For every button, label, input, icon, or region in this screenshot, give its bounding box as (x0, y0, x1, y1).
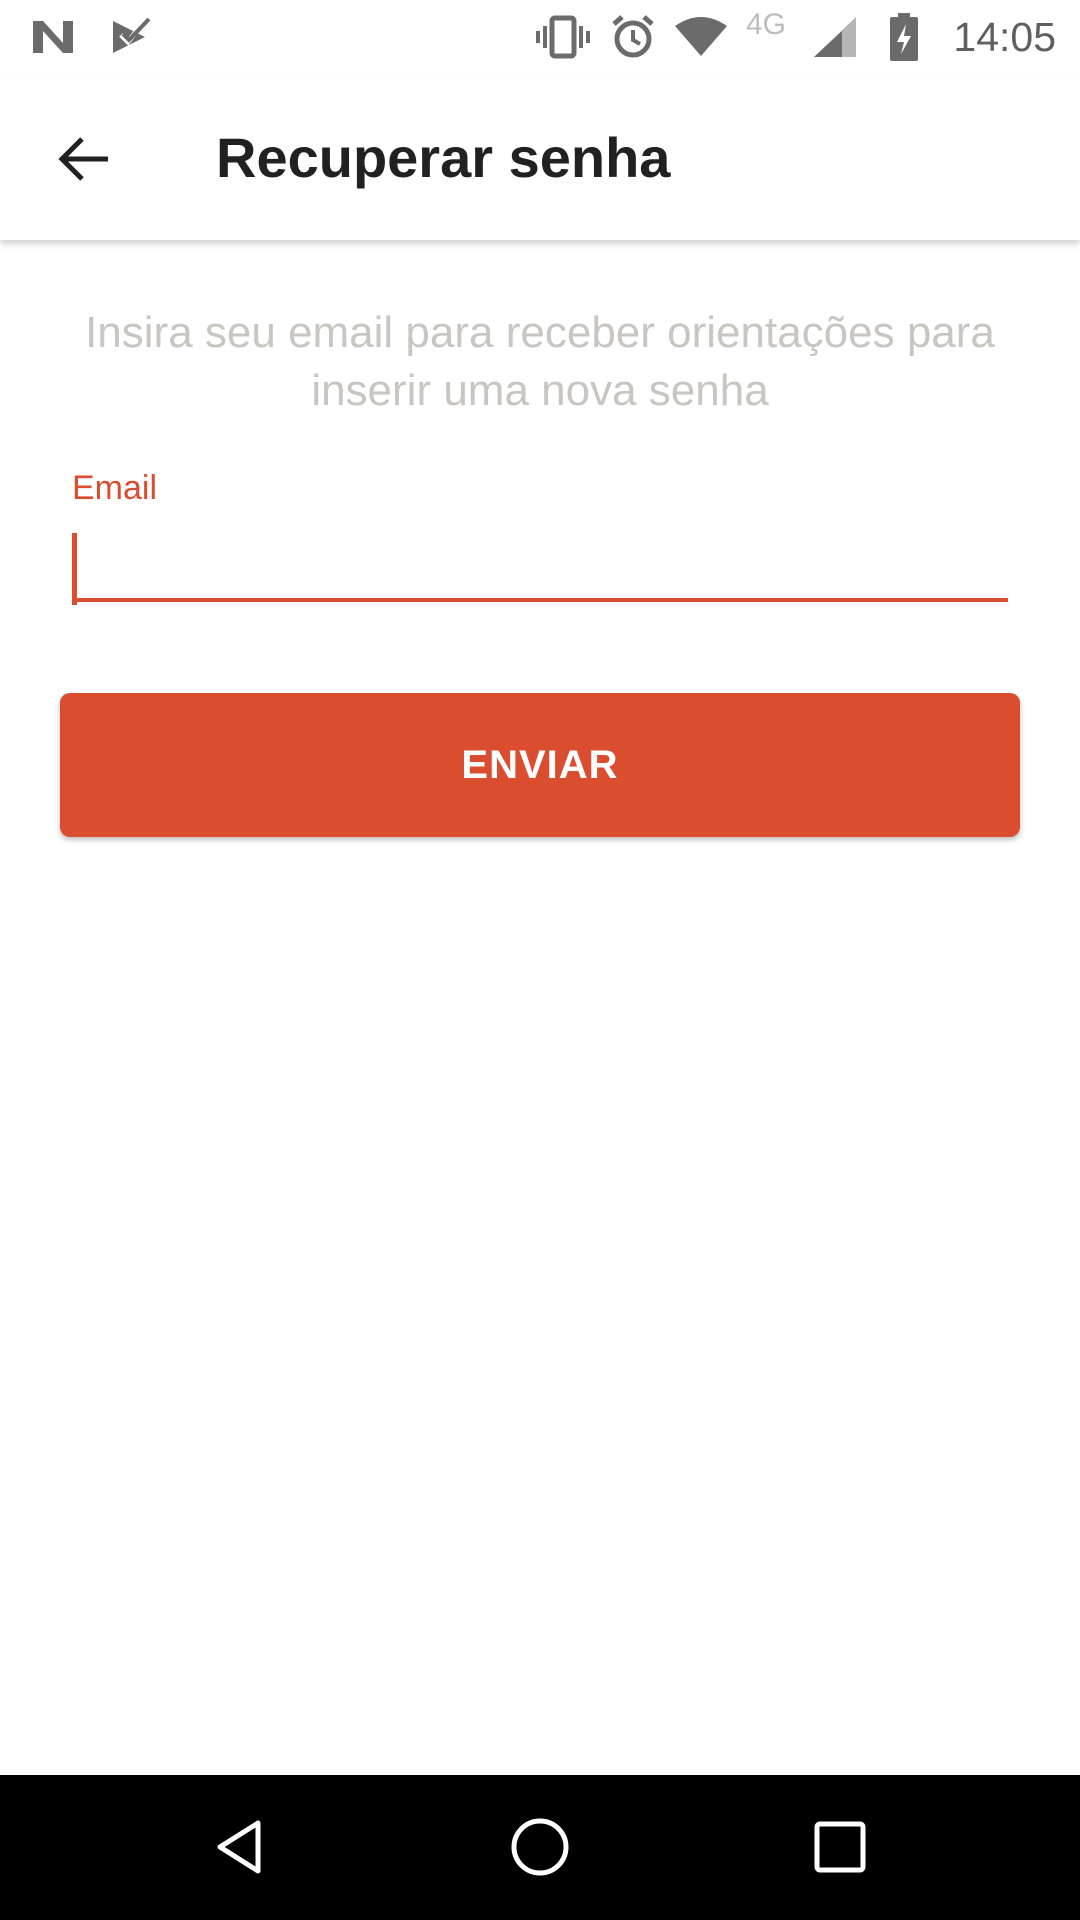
alarm-icon (608, 12, 658, 62)
nav-back-button[interactable] (190, 1797, 290, 1897)
back-triangle-icon (217, 1820, 261, 1874)
status-bar: 4G 14:05 (0, 0, 1080, 75)
arrow-back-icon (58, 137, 108, 181)
nav-recents-button[interactable] (790, 1797, 890, 1897)
n-notification-icon (26, 12, 80, 62)
send-button[interactable]: ENVIAR (60, 693, 1020, 837)
email-label: Email (72, 469, 158, 507)
network-type-label: 4G (746, 8, 787, 41)
home-circle-icon (511, 1818, 569, 1876)
back-button[interactable] (40, 115, 128, 203)
status-time: 14:05 (953, 14, 1056, 60)
recents-square-icon (814, 1821, 866, 1873)
instructions-text: Insira seu email para receber orientaçõe… (85, 308, 995, 415)
cell-signal-icon (810, 12, 860, 62)
app-bar: Recuperar senha (0, 75, 1080, 240)
recover-password-form: Insira seu email para receber orientaçõe… (0, 240, 1080, 1775)
screen: 4G 14:05 Recuperar senha Insira seu emai… (0, 0, 1080, 1920)
email-field[interactable] (72, 524, 1008, 602)
battery-charging-icon (884, 12, 924, 62)
page-title: Recuperar senha (216, 126, 671, 189)
wifi-icon (672, 12, 730, 62)
checkmark-notification-icon (104, 12, 158, 62)
vibrate-icon (534, 12, 592, 62)
nav-home-button[interactable] (490, 1797, 590, 1897)
text-cursor (72, 533, 77, 605)
navigation-bar (0, 1775, 1080, 1920)
